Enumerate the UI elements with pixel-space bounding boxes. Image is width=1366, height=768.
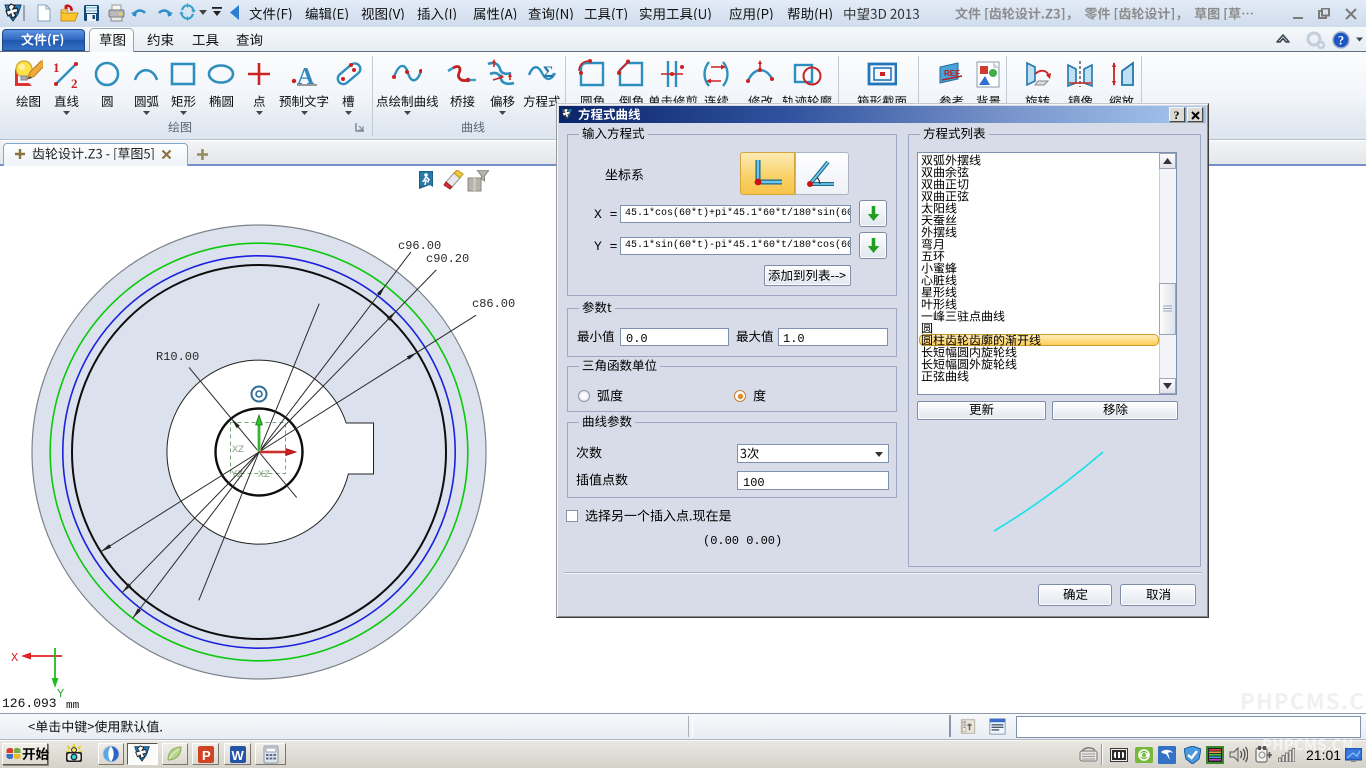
svg-text:c86.00: c86.00 xyxy=(472,297,515,311)
svg-text:c96.00: c96.00 xyxy=(398,239,441,253)
svg-text:Y: Y xyxy=(57,687,64,701)
svg-text:1: 1 xyxy=(53,60,60,75)
svg-text:XZ: XZ xyxy=(258,470,270,481)
svg-text:?: ? xyxy=(1338,34,1344,48)
svg-text:2: 2 xyxy=(71,76,78,89)
svg-text:X: X xyxy=(11,651,18,665)
svg-text:R10.00: R10.00 xyxy=(156,350,199,364)
svg-text:126.093: 126.093 xyxy=(2,696,57,711)
svg-text:c90.20: c90.20 xyxy=(426,252,469,266)
svg-text:Σ: Σ xyxy=(543,64,553,81)
svg-text:XZ: XZ xyxy=(232,445,244,456)
svg-text:mm: mm xyxy=(66,700,80,712)
